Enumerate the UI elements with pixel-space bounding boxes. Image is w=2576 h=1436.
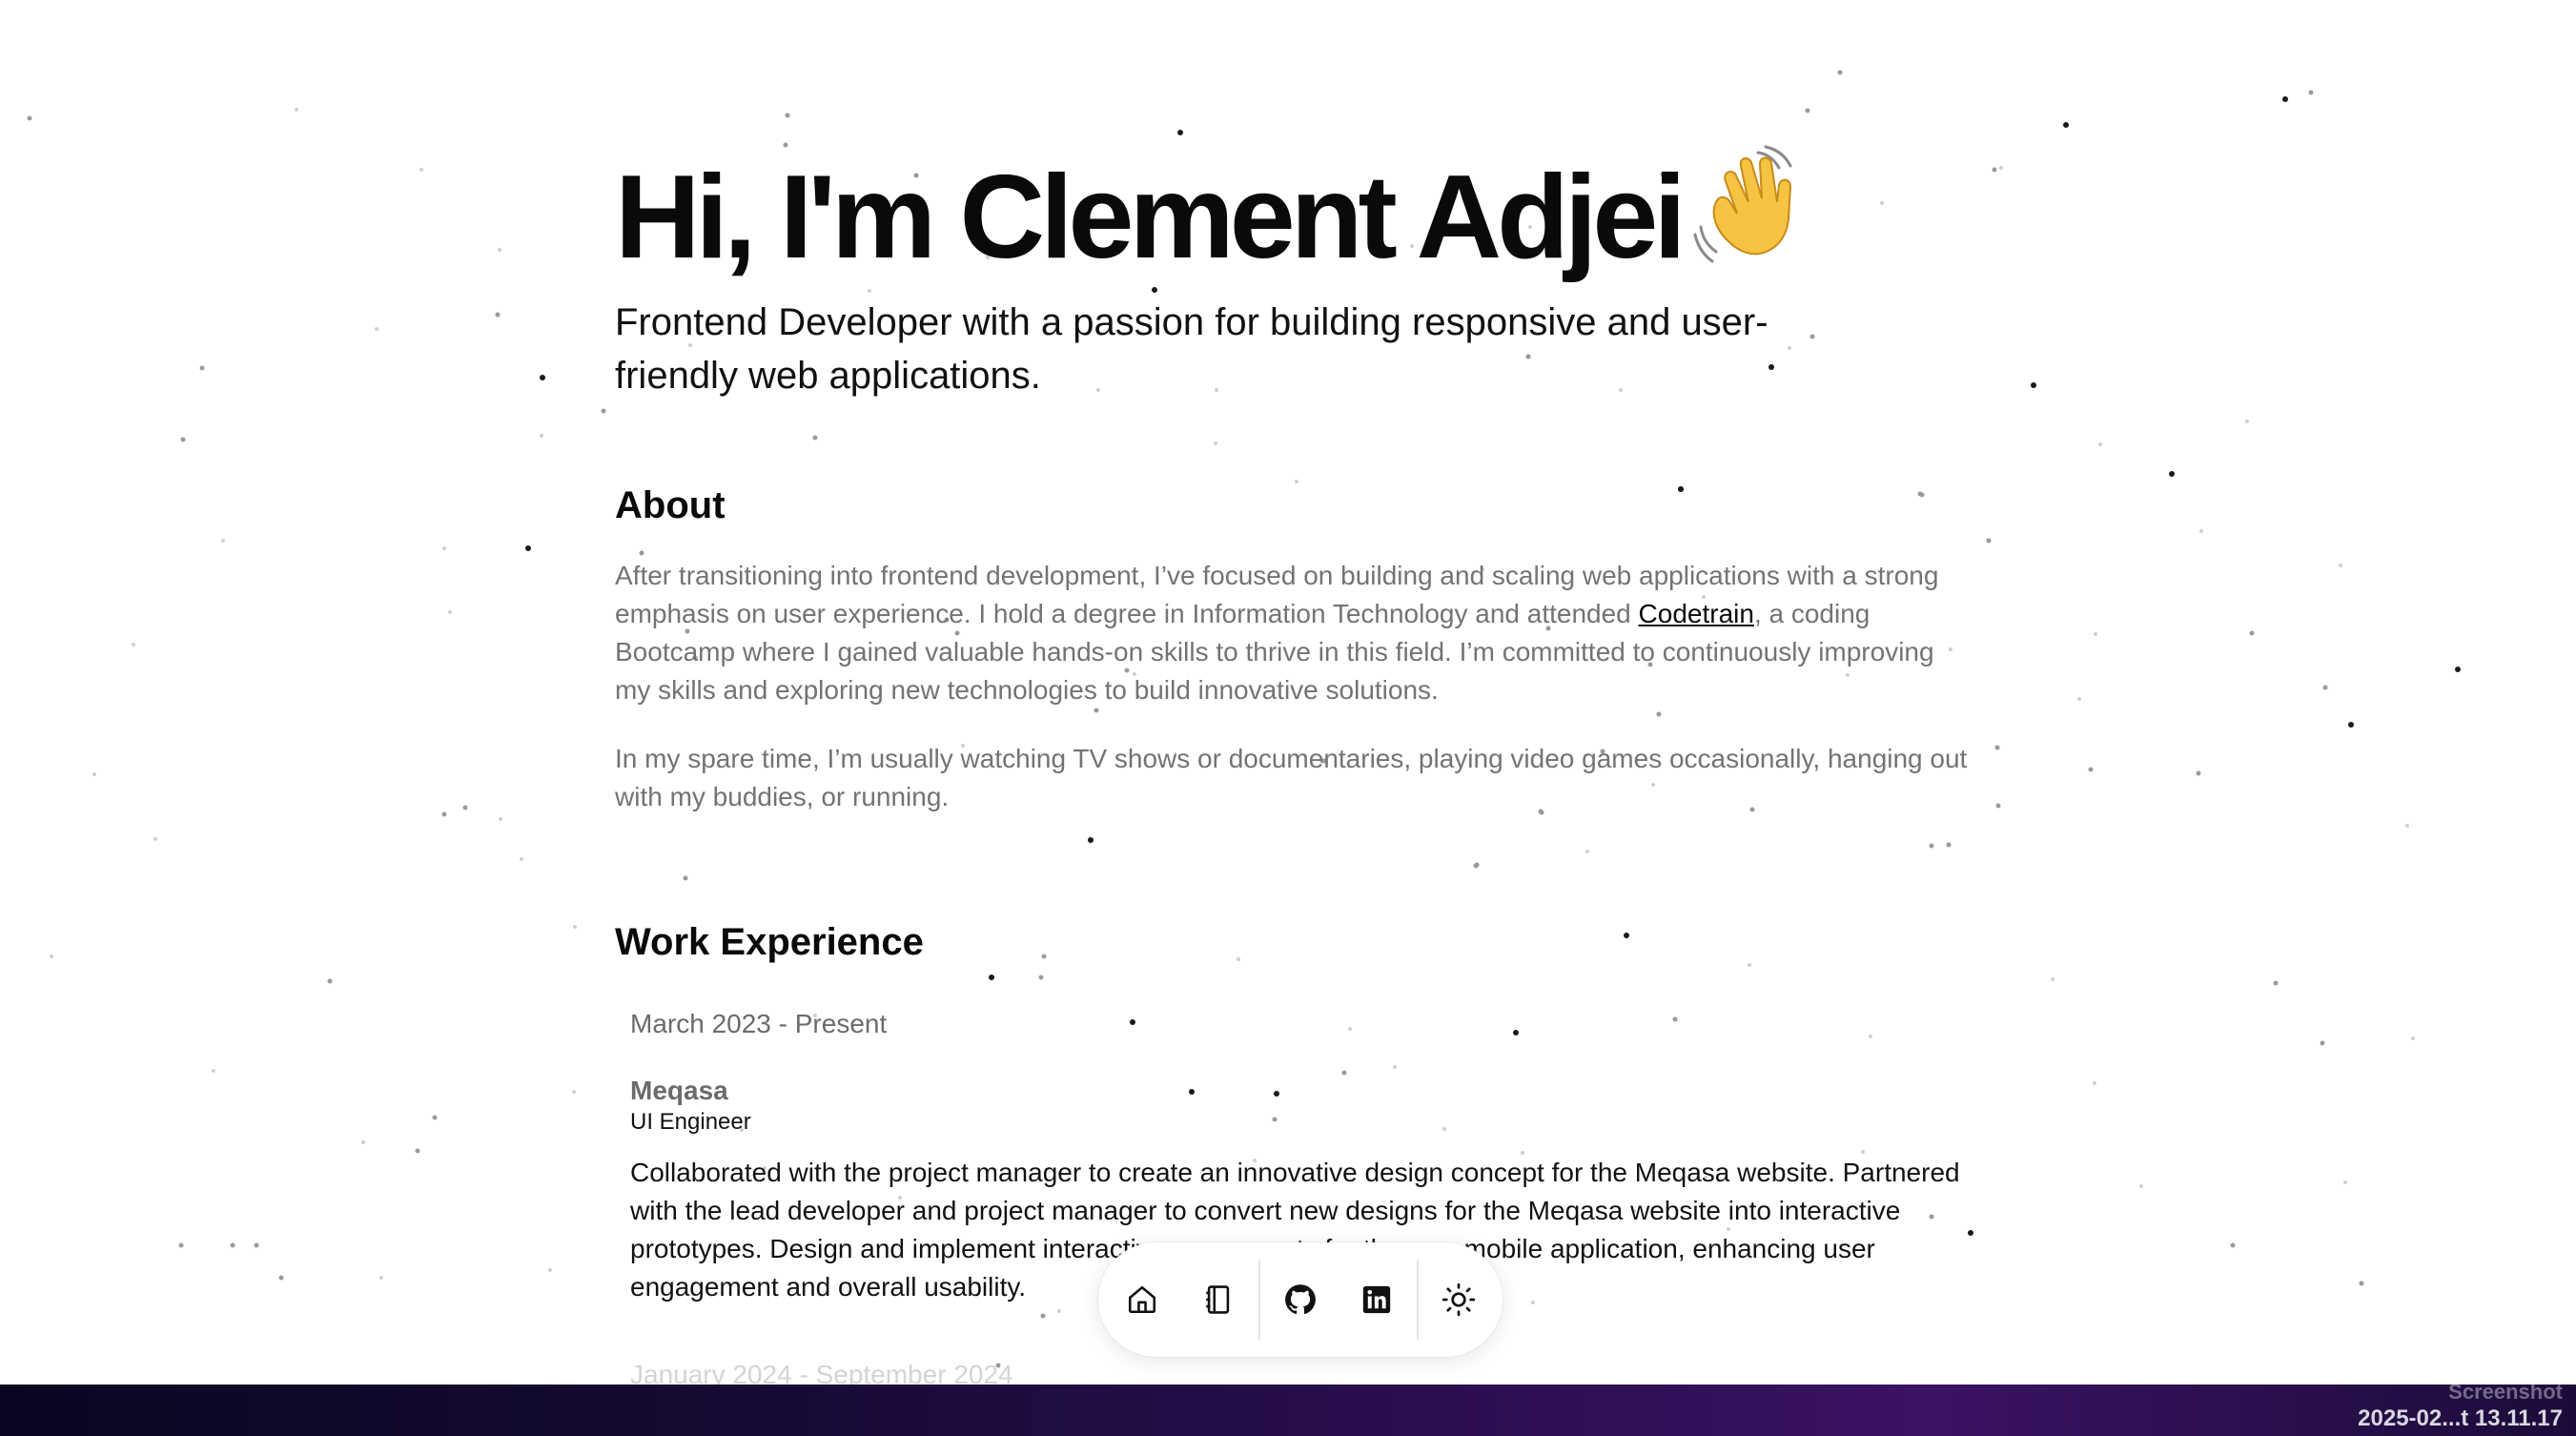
dock-separator — [1258, 1260, 1260, 1340]
waving-hand-icon — [1693, 145, 1792, 263]
linkedin-button[interactable] — [1339, 1262, 1415, 1338]
desktop-taskbar — [0, 1385, 2576, 1436]
hero-heading: Hi, I'm Clement Adjei — [615, 143, 1969, 282]
job-company: Meqasa — [630, 1076, 728, 1105]
home-button[interactable] — [1104, 1262, 1180, 1338]
home-icon — [1128, 1285, 1156, 1314]
linkedin-icon — [1362, 1285, 1391, 1314]
hero-subtitle: Frontend Developer with a passion for bu… — [615, 301, 1768, 397]
portfolio-page: Hi, I'm Clement Adjei Frontend Developer… — [0, 0, 2576, 1385]
blog-button[interactable] — [1180, 1262, 1257, 1338]
notebook-icon — [1206, 1285, 1230, 1314]
about-paragraph-1: After transitioning into frontend develo… — [615, 557, 1969, 709]
job-date: January 2024 - September 2024 — [630, 1360, 1013, 1385]
main-content: Hi, I'm Clement Adjei Frontend Developer… — [615, 143, 1969, 1385]
sun-icon — [1441, 1282, 1476, 1317]
screenshot-file-label[interactable]: Screenshot 2025-02...t 13.11.17 — [2358, 1379, 2563, 1432]
dock-separator — [1417, 1260, 1419, 1340]
screenshot-file-title: Screenshot — [2448, 1380, 2563, 1404]
work-experience-heading: Work Experience — [615, 921, 924, 963]
about-section: About After transitioning into frontend … — [615, 482, 1969, 816]
theme-toggle-button[interactable] — [1421, 1262, 1497, 1338]
job-date: March 2023 - Present — [630, 1009, 888, 1038]
github-icon — [1285, 1284, 1316, 1315]
bottom-dock — [1098, 1242, 1503, 1357]
hero-greeting: Hi, I'm Clement Adjei — [615, 152, 1687, 283]
about-heading: About — [615, 484, 726, 526]
codetrain-link[interactable]: Codetrain — [1639, 599, 1754, 628]
screenshot-file-name: 2025-02...t 13.11.17 — [2358, 1405, 2563, 1431]
about-paragraph-2: In my spare time, I’m usually watching T… — [615, 744, 1968, 811]
job-role: UI Engineer — [630, 1109, 751, 1135]
github-button[interactable] — [1262, 1262, 1339, 1338]
